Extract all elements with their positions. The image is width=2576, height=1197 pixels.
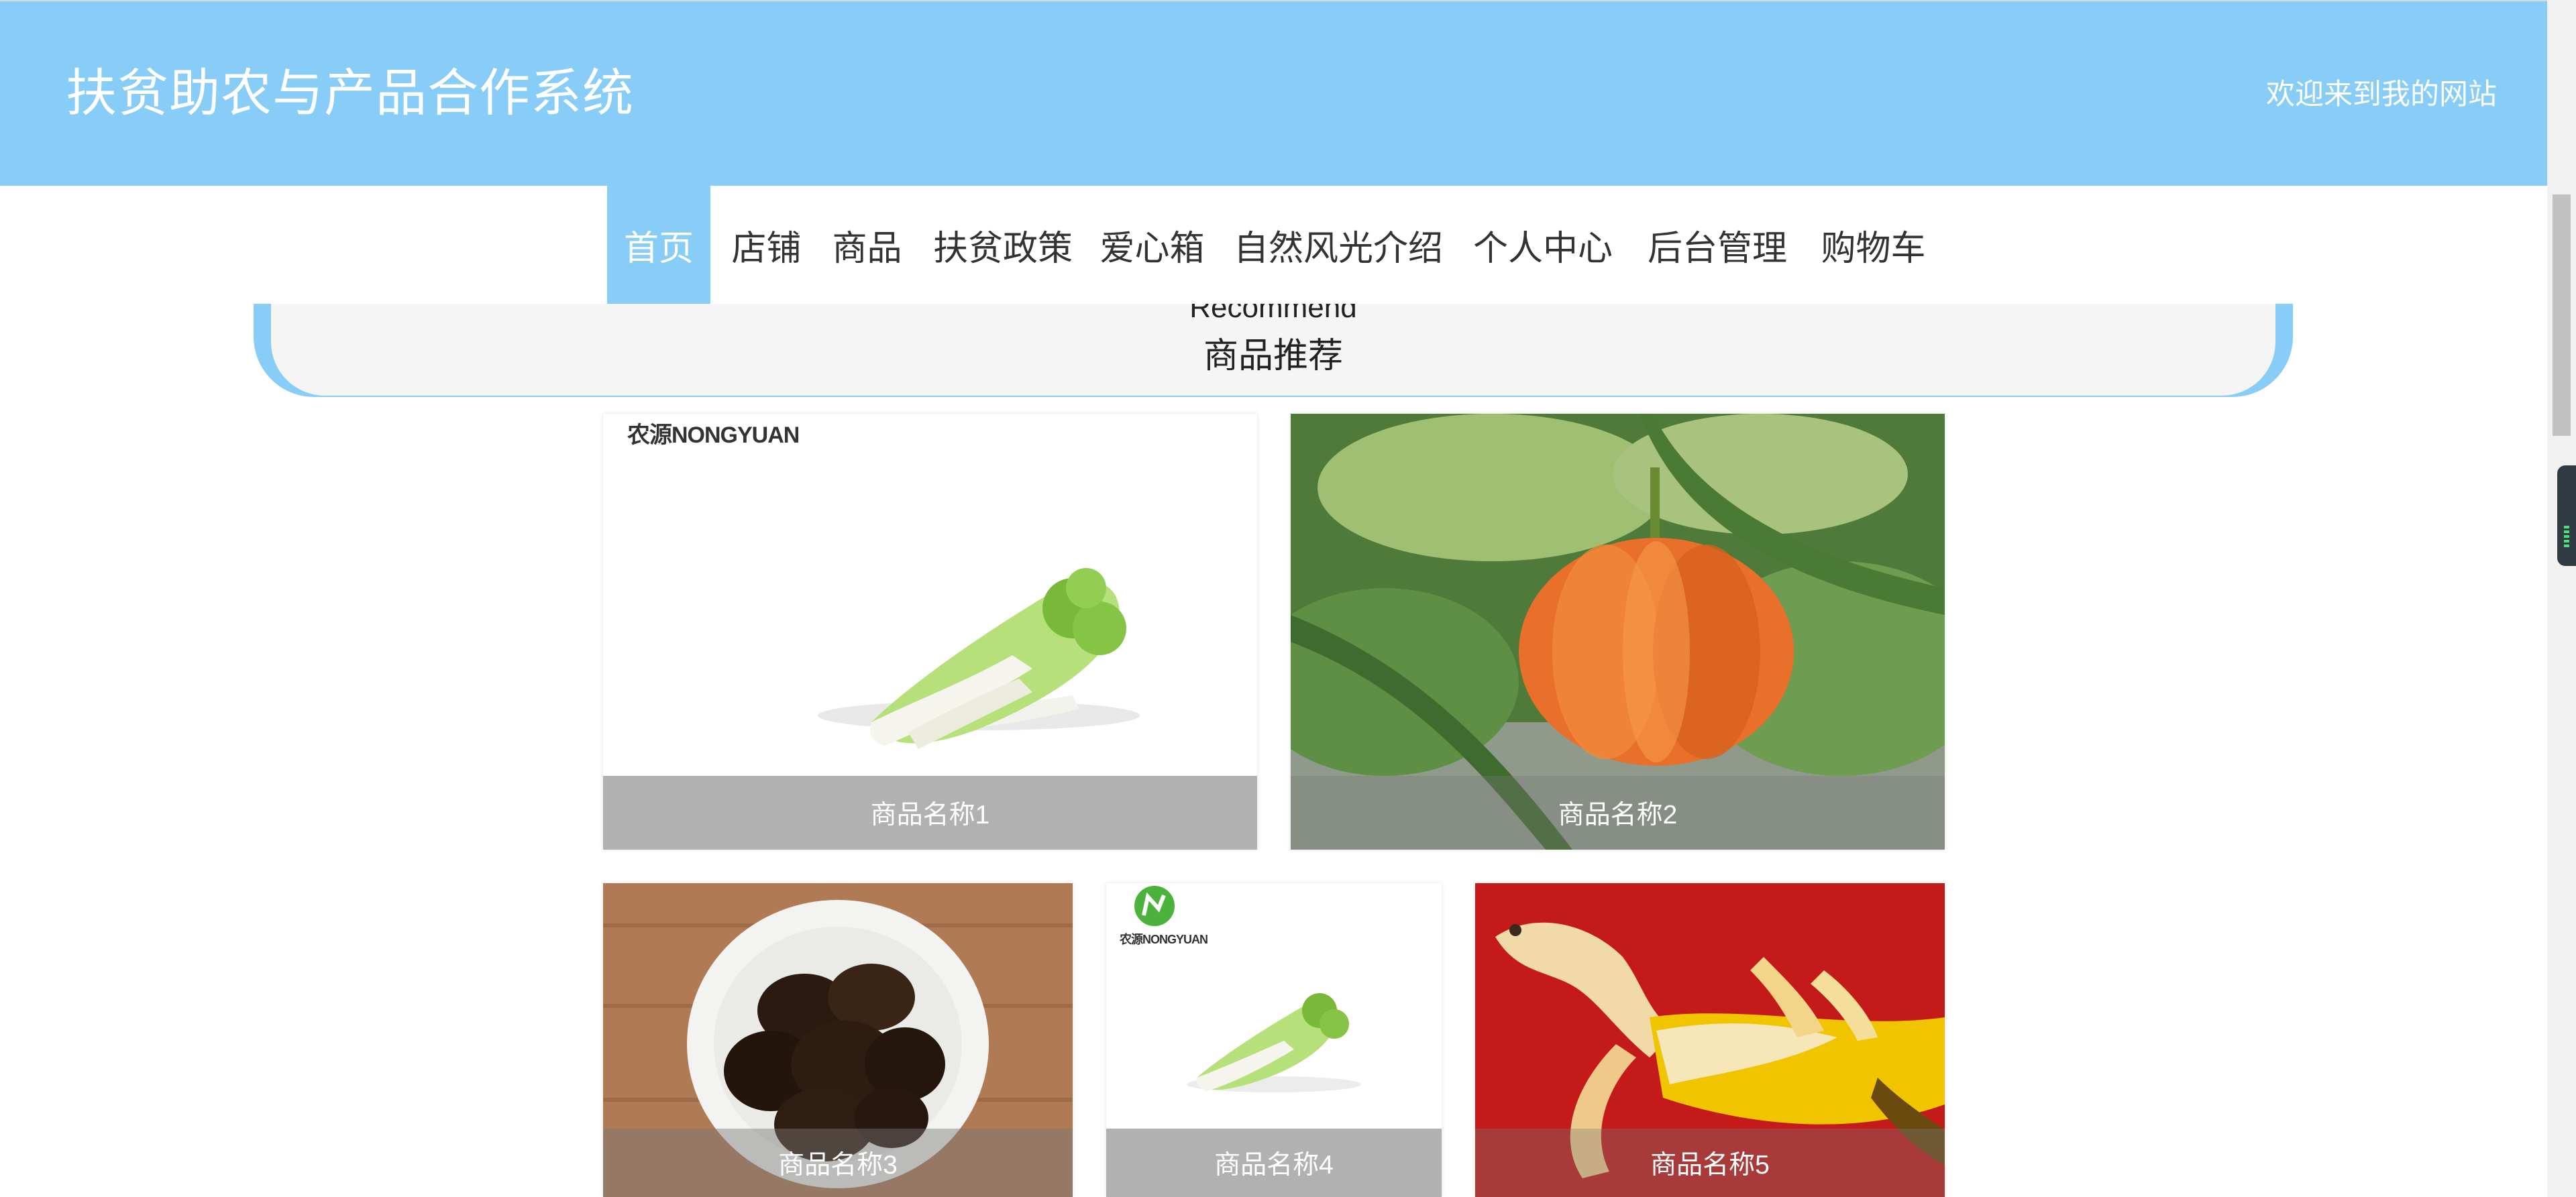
recommend-title-cn: 商品推荐 [1203, 337, 1343, 376]
main-nav: 首页 店铺 商品 扶贫政策 爱心箱 自然风光介绍 个人中心 后台管理 购物车 [0, 186, 2547, 304]
nav-item-admin[interactable]: 后台管理 [1644, 186, 1791, 304]
page-scrollbar[interactable] [2547, 0, 2576, 1197]
site-title: 扶贫助农与产品合作系统 [66, 65, 634, 122]
brand-logo: 农源NONGYUAN [1120, 933, 1208, 946]
recommend-banner-inner: Recommend 商品推荐 [271, 304, 2275, 396]
scrollbar-thumb[interactable] [2553, 194, 2571, 436]
product-name: 商品名称1 [603, 776, 1257, 850]
product-name: 商品名称5 [1475, 1129, 1945, 1197]
product-card-4[interactable]: 农源NONGYUAN 商品名称4 [1106, 883, 1442, 1197]
nav-item-home[interactable]: 首页 [607, 186, 710, 304]
nav-item-personal-center[interactable]: 个人中心 [1469, 186, 1617, 304]
nav-item-poverty-policy[interactable]: 扶贫政策 [929, 186, 1077, 304]
recommend-banner: Recommend 商品推荐 [254, 304, 2293, 397]
product-name: 商品名称3 [603, 1129, 1073, 1197]
product-card-3[interactable]: 商品名称3 [603, 883, 1073, 1197]
nav-item-cart[interactable]: 购物车 [1818, 186, 1929, 304]
recommend-title-en: Recommend [1189, 304, 1357, 324]
nav-item-scenery[interactable]: 自然风光介绍 [1231, 186, 1446, 304]
welcome-text: 欢迎来到我的网站 [2266, 78, 2497, 111]
site-header: 扶贫助农与产品合作系统 欢迎来到我的网站 [0, 0, 2547, 186]
side-widget-tab[interactable] [2557, 465, 2576, 566]
product-name: 商品名称4 [1106, 1129, 1442, 1197]
product-card-1[interactable]: 农源NONGYUAN 商品名称1 [603, 414, 1257, 850]
signal-bars-icon [2564, 526, 2569, 549]
nav-item-products[interactable]: 商品 [825, 186, 909, 304]
brand-logo: 农源NONGYUAN [627, 422, 800, 448]
product-card-2[interactable]: 商品名称2 [1291, 414, 1945, 850]
product-name: 商品名称2 [1291, 776, 1945, 850]
product-card-5[interactable]: 商品名称5 [1475, 883, 1945, 1197]
nav-item-love-box[interactable]: 爱心箱 [1097, 186, 1208, 304]
nav-item-shops[interactable]: 店铺 [724, 186, 808, 304]
